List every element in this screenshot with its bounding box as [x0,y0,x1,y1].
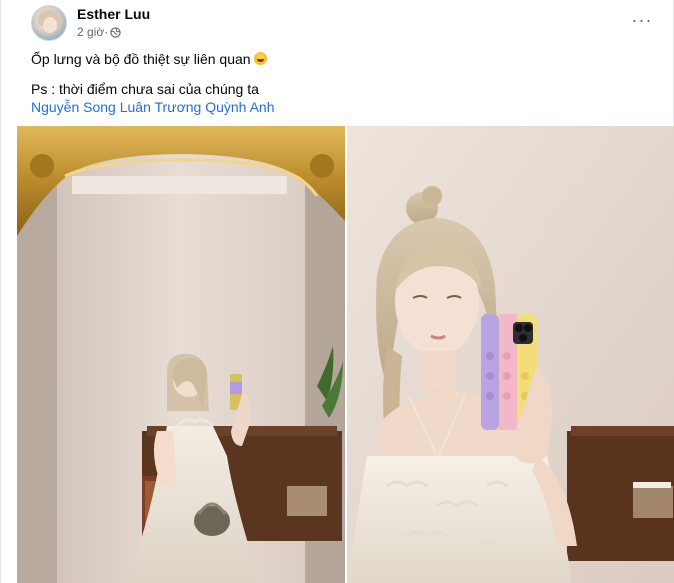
tags-line: Nguyễn Song Luân Trương Quỳnh Anh [31,98,643,116]
caption-line: Ốp lưng và bộ đồ thiệt sự liên quan [31,50,643,68]
globe-icon[interactable] [110,27,121,38]
avatar-face [43,17,57,33]
photo-mirror-selfie-full[interactable] [17,126,345,583]
avatar[interactable] [31,5,67,41]
ps-line: Ps : thời điểm chưa sai của chúng ta [31,81,259,97]
author-name[interactable]: Esther Luu [77,6,150,23]
post-meta: Esther Luu 2 giờ · [77,6,150,40]
photo-grid [17,126,674,583]
facebook-post: Esther Luu 2 giờ · ··· Ốp lưng và bộ đồ … [0,0,674,583]
post-time-line: 2 giờ · [77,25,150,40]
time-separator: · [104,25,109,39]
tag-link-nguyen-song-luan[interactable]: Nguyễn Song Luân [31,99,151,115]
tag-link-truong-quynh-anh[interactable]: Trương Quỳnh Anh [155,99,275,115]
laughing-face-emoji-icon [253,52,267,65]
post-text: Ốp lưng và bộ đồ thiệt sự liên quan Ps :… [31,50,643,116]
post-header: Esther Luu 2 giờ · [31,4,150,42]
post-timestamp[interactable]: 2 giờ [77,25,104,40]
more-options-icon[interactable]: ··· [627,8,657,32]
photo-mirror-selfie-closeup[interactable] [347,126,674,583]
caption-text: Ốp lưng và bộ đồ thiệt sự liên quan [31,51,251,67]
